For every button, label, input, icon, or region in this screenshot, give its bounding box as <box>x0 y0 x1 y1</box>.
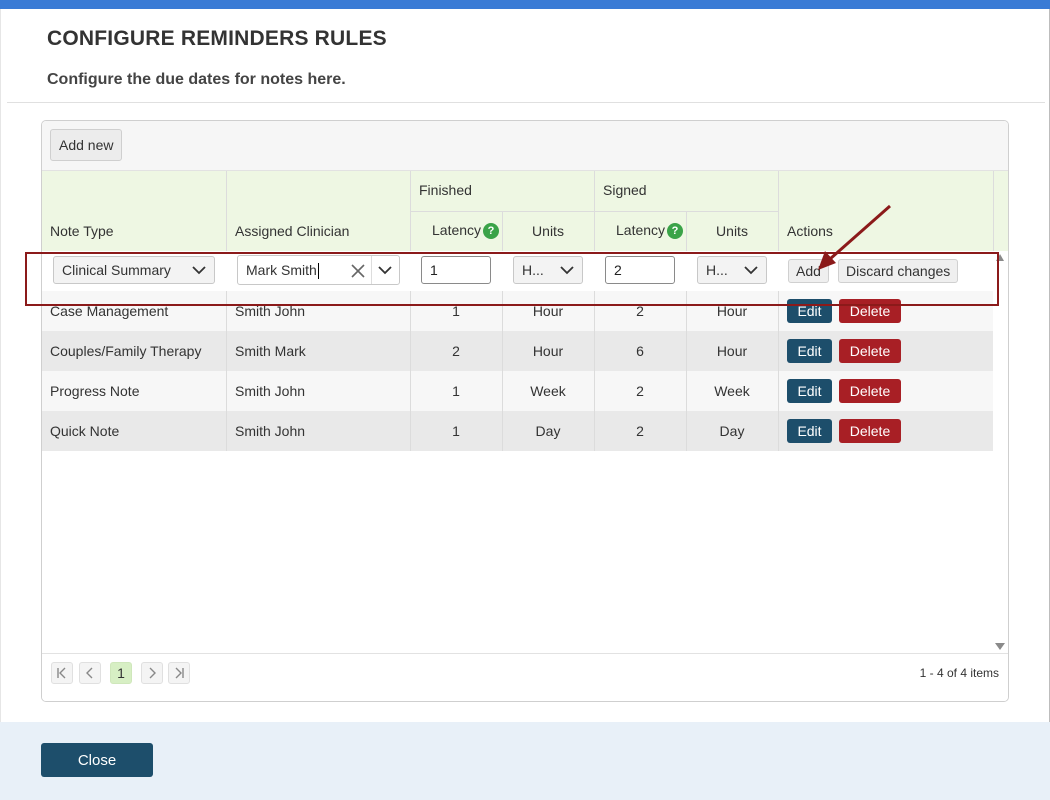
close-button[interactable]: Close <box>41 743 153 777</box>
annotation-highlight-box <box>25 252 999 306</box>
signed-units-cell: Week <box>714 383 750 399</box>
signed-latency-cell: 2 <box>636 383 644 399</box>
table-row[interactable]: Couples/Family Therapy Smith Mark 2 Hour… <box>42 331 993 371</box>
edit-button[interactable]: Edit <box>787 379 832 403</box>
column-header-assigned-clinician[interactable]: Assigned Clinician <box>235 223 349 239</box>
scroll-down-arrow-icon[interactable] <box>995 643 1005 650</box>
edit-button[interactable]: Edit <box>787 339 832 363</box>
column-divider <box>410 291 411 451</box>
header-divider-line <box>226 171 227 251</box>
clinician-cell: Smith John <box>235 423 306 439</box>
signed-latency-cell: 6 <box>636 343 644 359</box>
edit-button[interactable]: Edit <box>787 419 832 443</box>
column-divider <box>594 291 595 451</box>
column-header-actions: Actions <box>787 223 833 239</box>
column-group-signed: Signed <box>603 182 647 198</box>
column-divider <box>778 291 779 451</box>
column-group-finished: Finished <box>419 182 472 198</box>
dialog-subtitle: Configure the due dates for notes here. <box>47 71 346 88</box>
header-divider <box>7 102 1045 103</box>
finished-units-cell: Day <box>535 423 561 439</box>
header-group-line <box>410 211 778 212</box>
grid-header: Note Type Assigned Clinician Finished Si… <box>42 171 1008 251</box>
first-page-icon[interactable] <box>51 662 73 684</box>
finished-latency-cell: 1 <box>452 423 460 439</box>
top-accent-bar <box>0 0 1050 9</box>
column-header-finished-units[interactable]: Units <box>502 223 594 239</box>
signed-units-cell: Hour <box>716 343 748 359</box>
note-type-cell: Quick Note <box>50 423 120 439</box>
note-type-cell: Progress Note <box>50 383 140 399</box>
next-page-icon[interactable] <box>141 662 163 684</box>
column-divider <box>226 291 227 451</box>
delete-button[interactable]: Delete <box>839 339 901 363</box>
pager-info: 1 - 4 of 4 items <box>919 666 999 680</box>
column-header-finished-latency[interactable]: Latency? <box>432 222 500 240</box>
column-divider <box>502 291 503 451</box>
column-header-note-type[interactable]: Note Type <box>50 223 114 239</box>
clinician-cell: Smith Mark <box>235 343 306 359</box>
column-header-signed-latency[interactable]: Latency? <box>616 222 684 240</box>
table-row[interactable]: Quick Note Smith John 1 Day 2 Day Edit D… <box>42 411 993 451</box>
column-divider <box>686 291 687 451</box>
dialog-title: CONFIGURE REMINDERS RULES <box>47 27 387 50</box>
grid-pager: 1 1 - 4 of 4 items <box>42 653 1008 701</box>
delete-button[interactable]: Delete <box>839 379 901 403</box>
finished-units-cell: Week <box>530 383 566 399</box>
signed-latency-cell: 2 <box>636 423 644 439</box>
help-icon[interactable]: ? <box>667 223 684 240</box>
signed-latency-label: Latency <box>616 222 666 238</box>
help-icon[interactable]: ? <box>483 223 500 240</box>
finished-latency-label: Latency <box>432 222 482 238</box>
last-page-icon[interactable] <box>168 662 190 684</box>
finished-latency-cell: 2 <box>452 343 460 359</box>
current-page-button[interactable]: 1 <box>110 662 132 684</box>
finished-units-cell: Hour <box>532 343 564 359</box>
grid-toolbar: Add new <box>42 121 1008 171</box>
delete-button[interactable]: Delete <box>839 419 901 443</box>
column-header-signed-units[interactable]: Units <box>686 223 778 239</box>
previous-page-icon[interactable] <box>79 662 101 684</box>
table-row[interactable]: Progress Note Smith John 1 Week 2 Week E… <box>42 371 993 411</box>
add-new-button[interactable]: Add new <box>50 129 123 161</box>
finished-latency-cell: 1 <box>452 383 460 399</box>
signed-units-cell: Day <box>719 423 745 439</box>
vertical-scrollbar[interactable] <box>993 251 1008 653</box>
reminders-grid: Add new Note Type Assigned Clinician Fin… <box>41 120 1009 702</box>
clinician-cell: Smith John <box>235 383 306 399</box>
header-divider-line <box>993 171 994 251</box>
dialog-footer: Close <box>0 722 1050 800</box>
note-type-cell: Couples/Family Therapy <box>50 343 202 359</box>
header-divider-line <box>778 171 779 251</box>
